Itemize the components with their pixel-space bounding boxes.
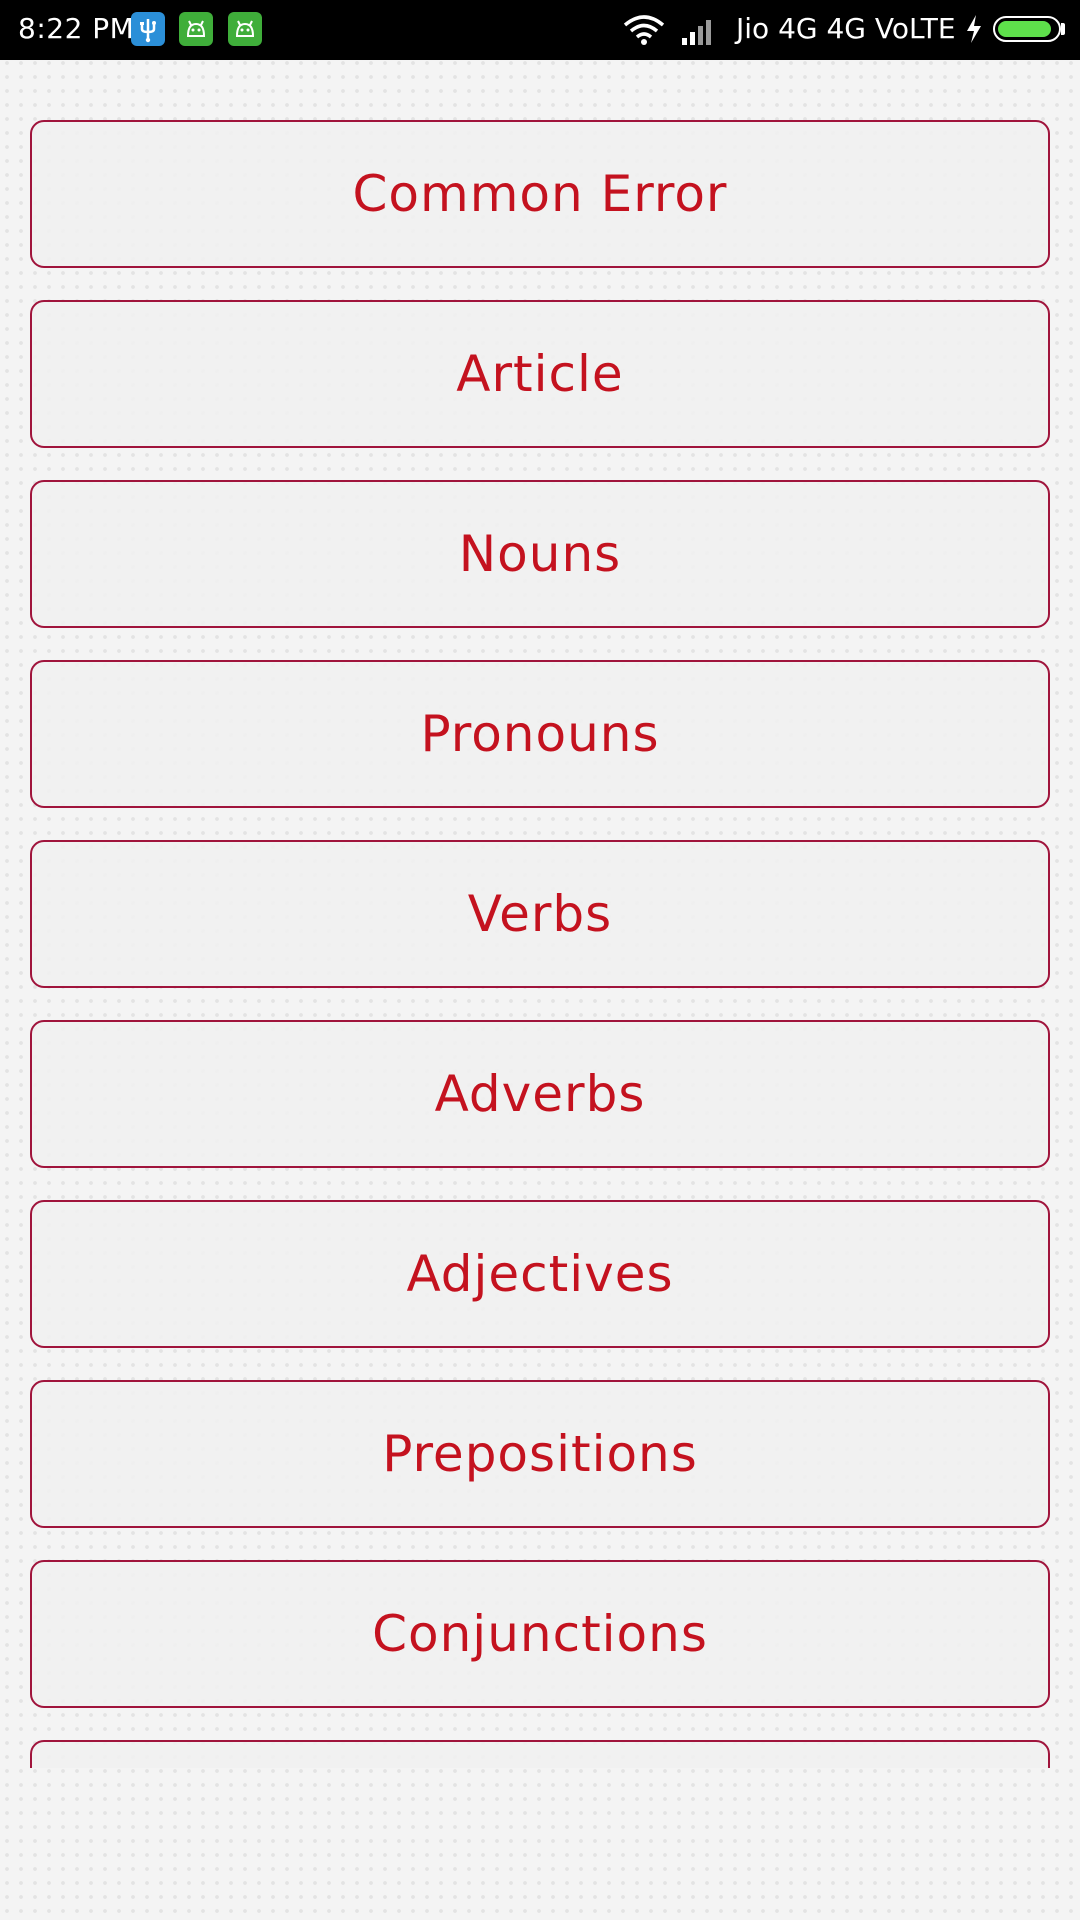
topic-button-adjectives[interactable]: Adjectives <box>30 1200 1050 1348</box>
topic-button-pronouns[interactable]: Pronouns <box>30 660 1050 808</box>
charging-icon <box>964 14 984 48</box>
topic-label: Adverbs <box>434 1065 646 1123</box>
battery-level <box>998 21 1051 37</box>
topic-label: Nouns <box>458 525 622 583</box>
topic-label: Prepositions <box>382 1425 698 1483</box>
topic-button-verbs[interactable]: Verbs <box>30 840 1050 988</box>
battery-tip <box>1061 23 1065 35</box>
android-app-icon <box>228 12 262 46</box>
topic-label: Conjunctions <box>372 1605 708 1663</box>
battery-icon <box>993 16 1061 42</box>
topic-label: Adjectives <box>406 1245 674 1303</box>
topic-button-adverbs[interactable]: Adverbs <box>30 1020 1050 1168</box>
status-time: 8:22 PM <box>18 12 135 45</box>
signal-icon <box>680 16 720 50</box>
topic-button-article[interactable]: Article <box>30 300 1050 448</box>
topic-button-common-error[interactable]: Common Error <box>30 120 1050 268</box>
topic-label: Common Error <box>352 165 728 223</box>
carrier-label: Jio 4G 4G VoLTE <box>736 12 956 45</box>
topic-label: Pronouns <box>420 705 660 763</box>
wifi-icon <box>622 14 666 50</box>
topic-list-viewport[interactable]: Common Error Article Nouns Pronouns Verb… <box>0 60 1080 1768</box>
status-bar: 8:22 PM Jio 4G 4G VoLTE <box>0 0 1080 60</box>
topic-button-nouns[interactable]: Nouns <box>30 480 1050 628</box>
topic-label: Verbs <box>467 885 613 943</box>
topic-label: Article <box>456 345 624 403</box>
topic-list: Common Error Article Nouns Pronouns Verb… <box>30 120 1050 1768</box>
topic-button-partial[interactable] <box>30 1740 1050 1768</box>
topic-button-prepositions[interactable]: Prepositions <box>30 1380 1050 1528</box>
topic-button-conjunctions[interactable]: Conjunctions <box>30 1560 1050 1708</box>
android-app-icon <box>179 12 213 46</box>
usb-icon <box>131 12 165 46</box>
